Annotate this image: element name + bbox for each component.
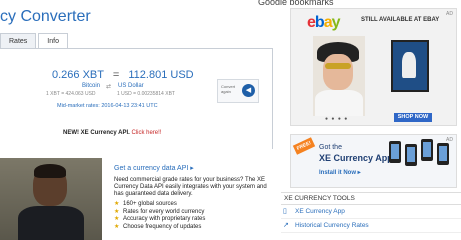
api-promo: NEW! XE Currency API. Click here!! [63, 130, 161, 136]
star-icon: ★ [114, 223, 120, 230]
equals-sign: = [112, 69, 120, 81]
tool-item-app[interactable]: ▯ XE Currency App [281, 205, 461, 219]
star-icon: ★ [114, 216, 120, 222]
ad-tagline: STILL AVAILABLE AT EBAY [361, 17, 440, 23]
conversion-result: 0.266 XBT = 112.801 USD [52, 69, 194, 81]
api-promo-text: NEW! XE Currency API. [63, 130, 130, 136]
feature-item: ★ Choose frequency of updates [114, 223, 202, 230]
converter-section: cy Converter Rates Info 0.266 XBT = 112.… [0, 0, 275, 240]
painting-image [391, 40, 429, 92]
top-strip-text: Google bookmarks [258, 0, 334, 5]
xe-app-ad[interactable]: AD FREE! Got the XE Currency App? Instal… [290, 134, 457, 188]
star-icon: ★ [114, 201, 120, 207]
feature-list: ★ 160+ global sources ★ Rates for every wo… [114, 201, 274, 231]
data-api-promo: Get a currency data API ▸ Need commercia… [114, 164, 274, 231]
from-currency-name: Bitcoin [82, 83, 101, 89]
feature-item: ★ Rates for every world currency [114, 208, 205, 215]
tools-heading: XE CURRENCY TOOLS [281, 192, 461, 205]
tab-rates[interactable]: Rates [0, 33, 37, 49]
ad-line-1: Got the [319, 144, 342, 151]
phone-icon [437, 143, 449, 165]
ad-label: AD [446, 11, 453, 17]
tab-bar: Rates Info [0, 33, 70, 49]
to-currency-name: US Dollar [118, 83, 144, 89]
data-api-description: Need commercial grade rates for your bus… [114, 177, 267, 197]
convert-again-button[interactable]: ◀ [242, 84, 255, 97]
data-api-heading-link[interactable]: Get a currency data API ▸ [114, 164, 274, 172]
chart-icon: ↗ [283, 222, 289, 229]
tab-info[interactable]: Info [38, 33, 68, 49]
phone-icon [389, 141, 401, 163]
ad-line-2: XE Currency App? [319, 153, 399, 163]
currency-tools: XE CURRENCY TOOLS ▯ XE Currency App ↗ Hi… [281, 192, 461, 233]
to-amount: 112.801 [128, 69, 168, 81]
webcam-overlay [0, 158, 102, 240]
free-badge: FREE! [292, 137, 316, 155]
carousel-dots[interactable]: ● ● ● ● [325, 116, 348, 122]
from-code: XBT [82, 69, 104, 81]
to-code: USD [170, 69, 194, 81]
convert-again-label: Convert again [221, 84, 236, 94]
phone-icon [421, 139, 433, 161]
phone-icon [405, 144, 417, 166]
feature-item: ★ Accuracy with proprietary rates [114, 216, 206, 222]
feature-item: ★ 160+ global sources [114, 201, 177, 207]
phone-icon: ▯ [283, 208, 287, 215]
star-icon: ★ [114, 208, 120, 215]
from-amount: 0.266 [52, 69, 80, 81]
api-promo-link[interactable]: Click here!! [131, 130, 161, 136]
ebay-ad[interactable]: AD ebay STILL AVAILABLE AT EBAY ● ● ● ● … [290, 8, 457, 126]
swap-icon[interactable]: ⇄ [106, 83, 111, 90]
ebay-logo: ebay [307, 14, 340, 31]
sunglasses-icon [325, 63, 351, 69]
converter-panel: 0.266 XBT = 112.801 USD Bitcoin ⇄ US Dol… [0, 48, 273, 149]
inverse-rate-from: 1 XBT = 424.063 USD [46, 91, 96, 97]
shop-now-button[interactable]: SHOP NOW [394, 113, 432, 122]
inverse-rate-to: 1 USD = 0.00235814 XBT [117, 91, 175, 97]
person-body [18, 206, 84, 240]
tool-item-historical[interactable]: ↗ Historical Currency Rates [281, 219, 461, 233]
convert-again-box[interactable]: Convert again ◀ [217, 79, 259, 103]
person-hair [34, 164, 66, 178]
elvis-image [313, 36, 365, 116]
install-now-link[interactable]: Install it Now ▸ [319, 169, 361, 176]
page-title: cy Converter [0, 8, 91, 25]
midmarket-rates-link[interactable]: Mid-market rates: 2016-04-13 23:41 UTC [57, 103, 158, 109]
